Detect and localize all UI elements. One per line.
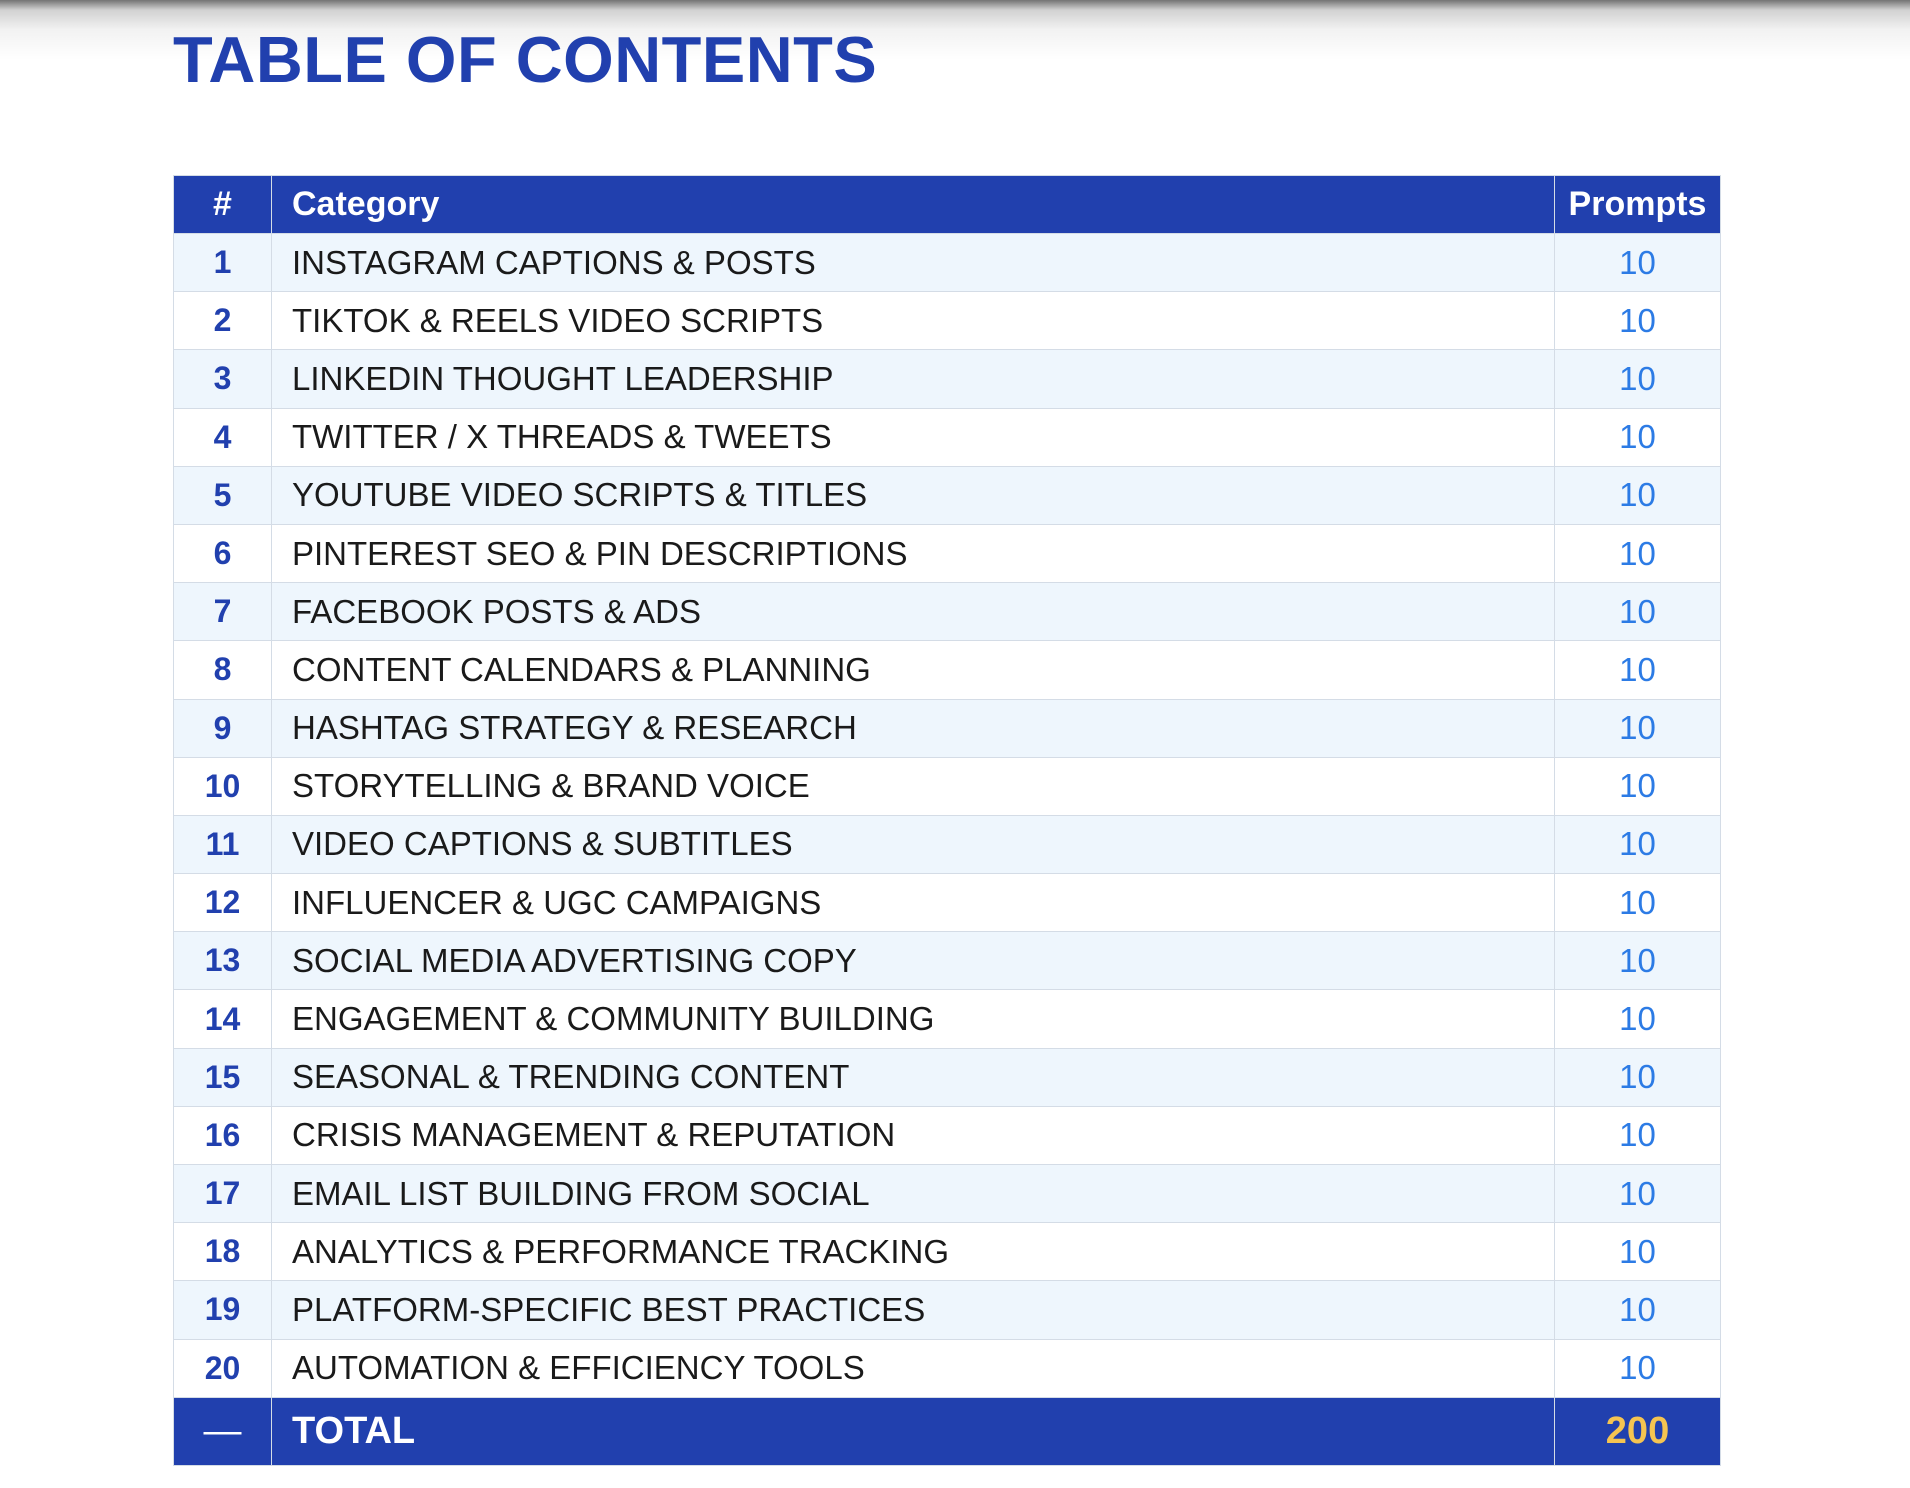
table-row: 4 TWITTER / X THREADS & TWEETS 10: [173, 407, 1721, 467]
row-prompts: 10: [1554, 1280, 1721, 1340]
row-prompts: 10: [1554, 523, 1721, 584]
row-prompts: 10: [1554, 640, 1721, 700]
row-prompts: 10: [1554, 1338, 1721, 1398]
row-number: 2: [173, 291, 272, 351]
row-prompts: 10: [1554, 1222, 1721, 1282]
total-label: TOTAL: [271, 1396, 1555, 1466]
row-prompts: 10: [1554, 756, 1721, 816]
table-row: 5 YOUTUBE VIDEO SCRIPTS & TITLES 10: [173, 465, 1721, 525]
toc-table-header: # Category Prompts: [173, 175, 1721, 234]
row-number: 14: [173, 989, 272, 1049]
table-row: 11 VIDEO CAPTIONS & SUBTITLES 10: [173, 814, 1721, 875]
row-category: CRISIS MANAGEMENT & REPUTATION: [271, 1105, 1555, 1166]
row-number: 11: [173, 814, 272, 875]
row-category: YOUTUBE VIDEO SCRIPTS & TITLES: [271, 465, 1555, 525]
row-category: EMAIL LIST BUILDING FROM SOCIAL: [271, 1163, 1555, 1224]
table-row: 18 ANALYTICS & PERFORMANCE TRACKING 10: [173, 1222, 1721, 1282]
page-title: TABLE OF CONTENTS: [173, 23, 878, 96]
row-prompts: 10: [1554, 232, 1721, 293]
row-category: CONTENT CALENDARS & PLANNING: [271, 640, 1555, 700]
row-category: INSTAGRAM CAPTIONS & POSTS: [271, 232, 1555, 293]
table-row: 20 AUTOMATION & EFFICIENCY TOOLS 10: [173, 1338, 1721, 1398]
row-number: 13: [173, 931, 272, 991]
row-prompts: 10: [1554, 465, 1721, 525]
row-number: 3: [173, 349, 272, 409]
row-number: 1: [173, 232, 272, 293]
row-prompts: 10: [1554, 582, 1721, 642]
table-row: 6 PINTEREST SEO & PIN DESCRIPTIONS 10: [173, 523, 1721, 584]
row-number: 20: [173, 1338, 272, 1398]
toc-table-footer: — TOTAL 200: [173, 1396, 1721, 1466]
row-category: SOCIAL MEDIA ADVERTISING COPY: [271, 931, 1555, 991]
total-value: 200: [1554, 1396, 1721, 1466]
row-prompts: 10: [1554, 1163, 1721, 1224]
total-row: — TOTAL 200: [173, 1396, 1721, 1466]
table-row: 8 CONTENT CALENDARS & PLANNING 10: [173, 640, 1721, 700]
row-category: TWITTER / X THREADS & TWEETS: [271, 407, 1555, 467]
table-row: 10 STORYTELLING & BRAND VOICE 10: [173, 756, 1721, 816]
row-prompts: 10: [1554, 349, 1721, 409]
row-category: ANALYTICS & PERFORMANCE TRACKING: [271, 1222, 1555, 1282]
row-number: 19: [173, 1280, 272, 1340]
total-dash: —: [173, 1396, 272, 1466]
table-row: 3 LINKEDIN THOUGHT LEADERSHIP 10: [173, 349, 1721, 409]
row-category: PINTEREST SEO & PIN DESCRIPTIONS: [271, 523, 1555, 584]
row-category: STORYTELLING & BRAND VOICE: [271, 756, 1555, 816]
table-row: 12 INFLUENCER & UGC CAMPAIGNS 10: [173, 873, 1721, 933]
header-prompts: Prompts: [1554, 175, 1721, 234]
table-row: 1 INSTAGRAM CAPTIONS & POSTS 10: [173, 232, 1721, 293]
row-number: 5: [173, 465, 272, 525]
table-row: 16 CRISIS MANAGEMENT & REPUTATION 10: [173, 1105, 1721, 1166]
row-prompts: 10: [1554, 989, 1721, 1049]
row-number: 9: [173, 698, 272, 758]
row-prompts: 10: [1554, 291, 1721, 351]
toc-table-body: 1 INSTAGRAM CAPTIONS & POSTS 10 2 TIKTOK & R…: [173, 232, 1721, 1398]
header-number: #: [173, 175, 272, 234]
row-number: 8: [173, 640, 272, 700]
table-row: 17 EMAIL LIST BUILDING FROM SOCIAL 10: [173, 1163, 1721, 1224]
table-row: 13 SOCIAL MEDIA ADVERTISING COPY 10: [173, 931, 1721, 991]
row-category: INFLUENCER & UGC CAMPAIGNS: [271, 873, 1555, 933]
row-prompts: 10: [1554, 698, 1721, 758]
row-number: 16: [173, 1105, 272, 1166]
table-row: 15 SEASONAL & TRENDING CONTENT 10: [173, 1047, 1721, 1107]
row-number: 10: [173, 756, 272, 816]
table-row: 14 ENGAGEMENT & COMMUNITY BUILDING 10: [173, 989, 1721, 1049]
row-number: 12: [173, 873, 272, 933]
row-prompts: 10: [1554, 1047, 1721, 1107]
table-row: 7 FACEBOOK POSTS & ADS 10: [173, 582, 1721, 642]
row-number: 6: [173, 523, 272, 584]
row-category: LINKEDIN THOUGHT LEADERSHIP: [271, 349, 1555, 409]
toc-table: # Category Prompts 1 INSTAGRAM CAPTIONS &…: [173, 175, 1721, 1466]
row-prompts: 10: [1554, 407, 1721, 467]
row-category: VIDEO CAPTIONS & SUBTITLES: [271, 814, 1555, 875]
row-prompts: 10: [1554, 931, 1721, 991]
row-category: FACEBOOK POSTS & ADS: [271, 582, 1555, 642]
row-category: TIKTOK & REELS VIDEO SCRIPTS: [271, 291, 1555, 351]
row-prompts: 10: [1554, 814, 1721, 875]
row-number: 4: [173, 407, 272, 467]
table-row: 2 TIKTOK & REELS VIDEO SCRIPTS 10: [173, 291, 1721, 351]
row-category: PLATFORM-SPECIFIC BEST PRACTICES: [271, 1280, 1555, 1340]
row-number: 18: [173, 1222, 272, 1282]
row-prompts: 10: [1554, 873, 1721, 933]
row-category: HASHTAG STRATEGY & RESEARCH: [271, 698, 1555, 758]
table-row: 19 PLATFORM-SPECIFIC BEST PRACTICES 10: [173, 1280, 1721, 1340]
row-number: 7: [173, 582, 272, 642]
row-category: AUTOMATION & EFFICIENCY TOOLS: [271, 1338, 1555, 1398]
row-prompts: 10: [1554, 1105, 1721, 1166]
row-number: 15: [173, 1047, 272, 1107]
header-row: # Category Prompts: [173, 175, 1721, 234]
row-category: ENGAGEMENT & COMMUNITY BUILDING: [271, 989, 1555, 1049]
header-category: Category: [271, 175, 1555, 234]
row-category: SEASONAL & TRENDING CONTENT: [271, 1047, 1555, 1107]
table-row: 9 HASHTAG STRATEGY & RESEARCH 10: [173, 698, 1721, 758]
row-number: 17: [173, 1163, 272, 1224]
